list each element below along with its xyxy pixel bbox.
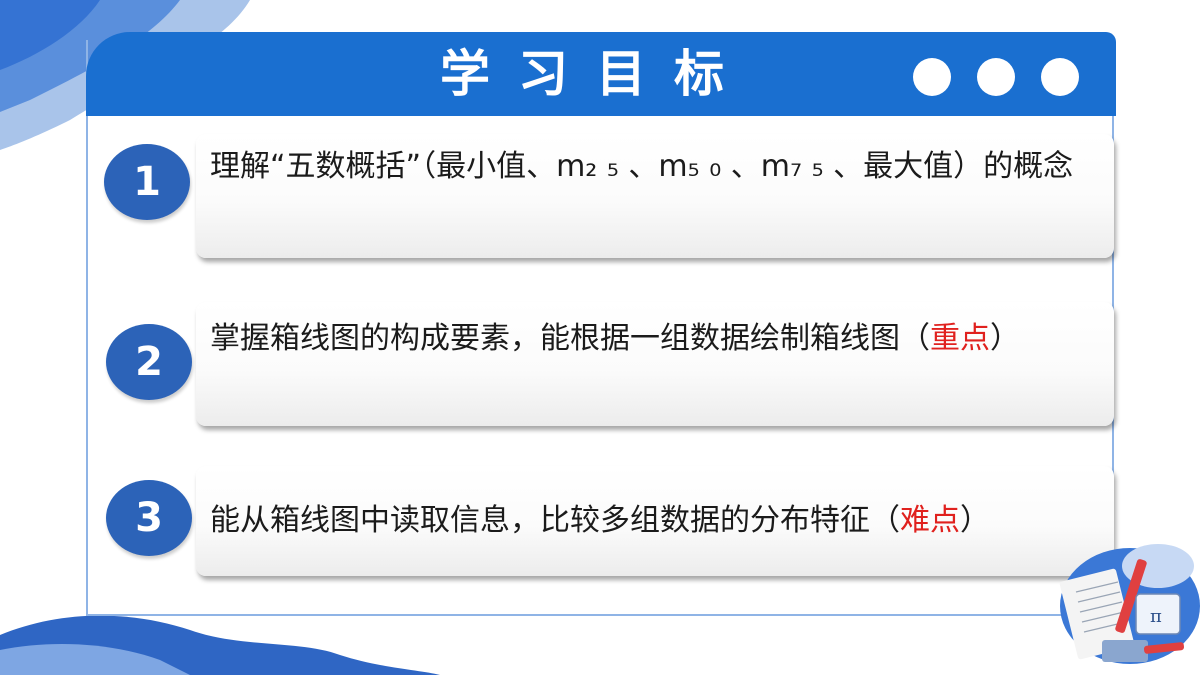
- dot-icon: [1041, 58, 1079, 96]
- difficult-point-label: 难点: [900, 503, 960, 538]
- objective-card-1: 理解“五数概括”（最小值、m₂ ₅ 、m₅ ₀ 、m₇ ₅ 、最大值）的概念: [196, 134, 1114, 258]
- title-banner: 学习目标: [86, 32, 1116, 116]
- objective-suffix-2: ）: [990, 321, 1020, 356]
- objective-suffix-3: ）: [960, 503, 990, 538]
- objective-number-3: 3: [106, 480, 192, 556]
- page-title: 学习目标: [440, 45, 752, 103]
- objective-card-2: 掌握箱线图的构成要素，能根据一组数据绘制箱线图（重点）: [196, 302, 1114, 426]
- objective-number-1: 1: [104, 144, 190, 220]
- objective-text-3: 能从箱线图中读取信息，比较多组数据的分布特征（: [210, 503, 900, 538]
- objective-number-2: 2: [106, 324, 192, 400]
- objective-card-3: 能从箱线图中读取信息，比较多组数据的分布特征（难点）: [196, 466, 1114, 576]
- objective-text-1: 理解“五数概括”（最小值、m₂ ₅ 、m₅ ₀ 、m₇ ₅ 、最大值）的概念: [210, 149, 1074, 184]
- svg-text:π: π: [1150, 606, 1162, 627]
- objective-text-2: 掌握箱线图的构成要素，能根据一组数据绘制箱线图（: [210, 321, 930, 356]
- banner-dots: [913, 58, 1079, 96]
- dot-icon: [977, 58, 1015, 96]
- math-study-clipart-icon: π: [1059, 544, 1200, 664]
- dot-icon: [913, 58, 951, 96]
- key-point-label: 重点: [930, 321, 990, 356]
